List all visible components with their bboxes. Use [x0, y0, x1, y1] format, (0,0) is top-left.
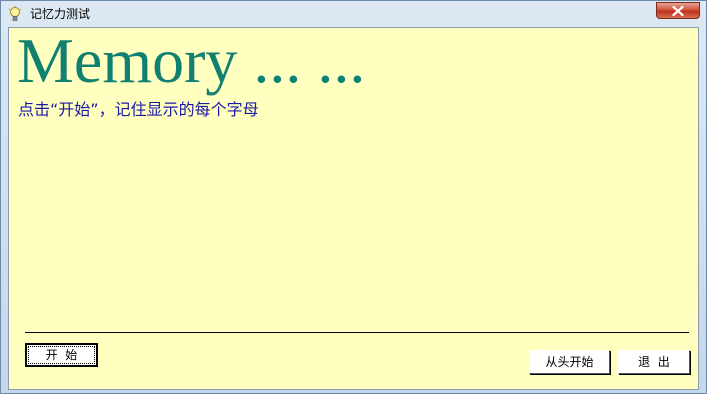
- divider: [25, 332, 689, 333]
- client-area: Memory ... ... 点击“开始”，记住显示的每个字母 开 始 从头开始…: [8, 27, 699, 390]
- start-button[interactable]: 开 始: [25, 343, 98, 367]
- exit-button[interactable]: 退 出: [618, 350, 690, 374]
- close-icon: [672, 6, 684, 16]
- start-button-label: 开 始: [28, 346, 95, 364]
- app-window: 记忆力测试 Memory ... ... 点击“开始”，记住显示的每个字母 开 …: [0, 0, 707, 394]
- window-title: 记忆力测试: [30, 7, 91, 21]
- close-button[interactable]: [656, 2, 700, 19]
- lightbulb-icon: [8, 6, 22, 22]
- headline: Memory ... ...: [17, 25, 366, 96]
- title-bar[interactable]: 记忆力测试: [1, 1, 706, 27]
- restart-button[interactable]: 从头开始: [529, 350, 610, 374]
- instruction-text: 点击“开始”，记住显示的每个字母: [18, 100, 259, 119]
